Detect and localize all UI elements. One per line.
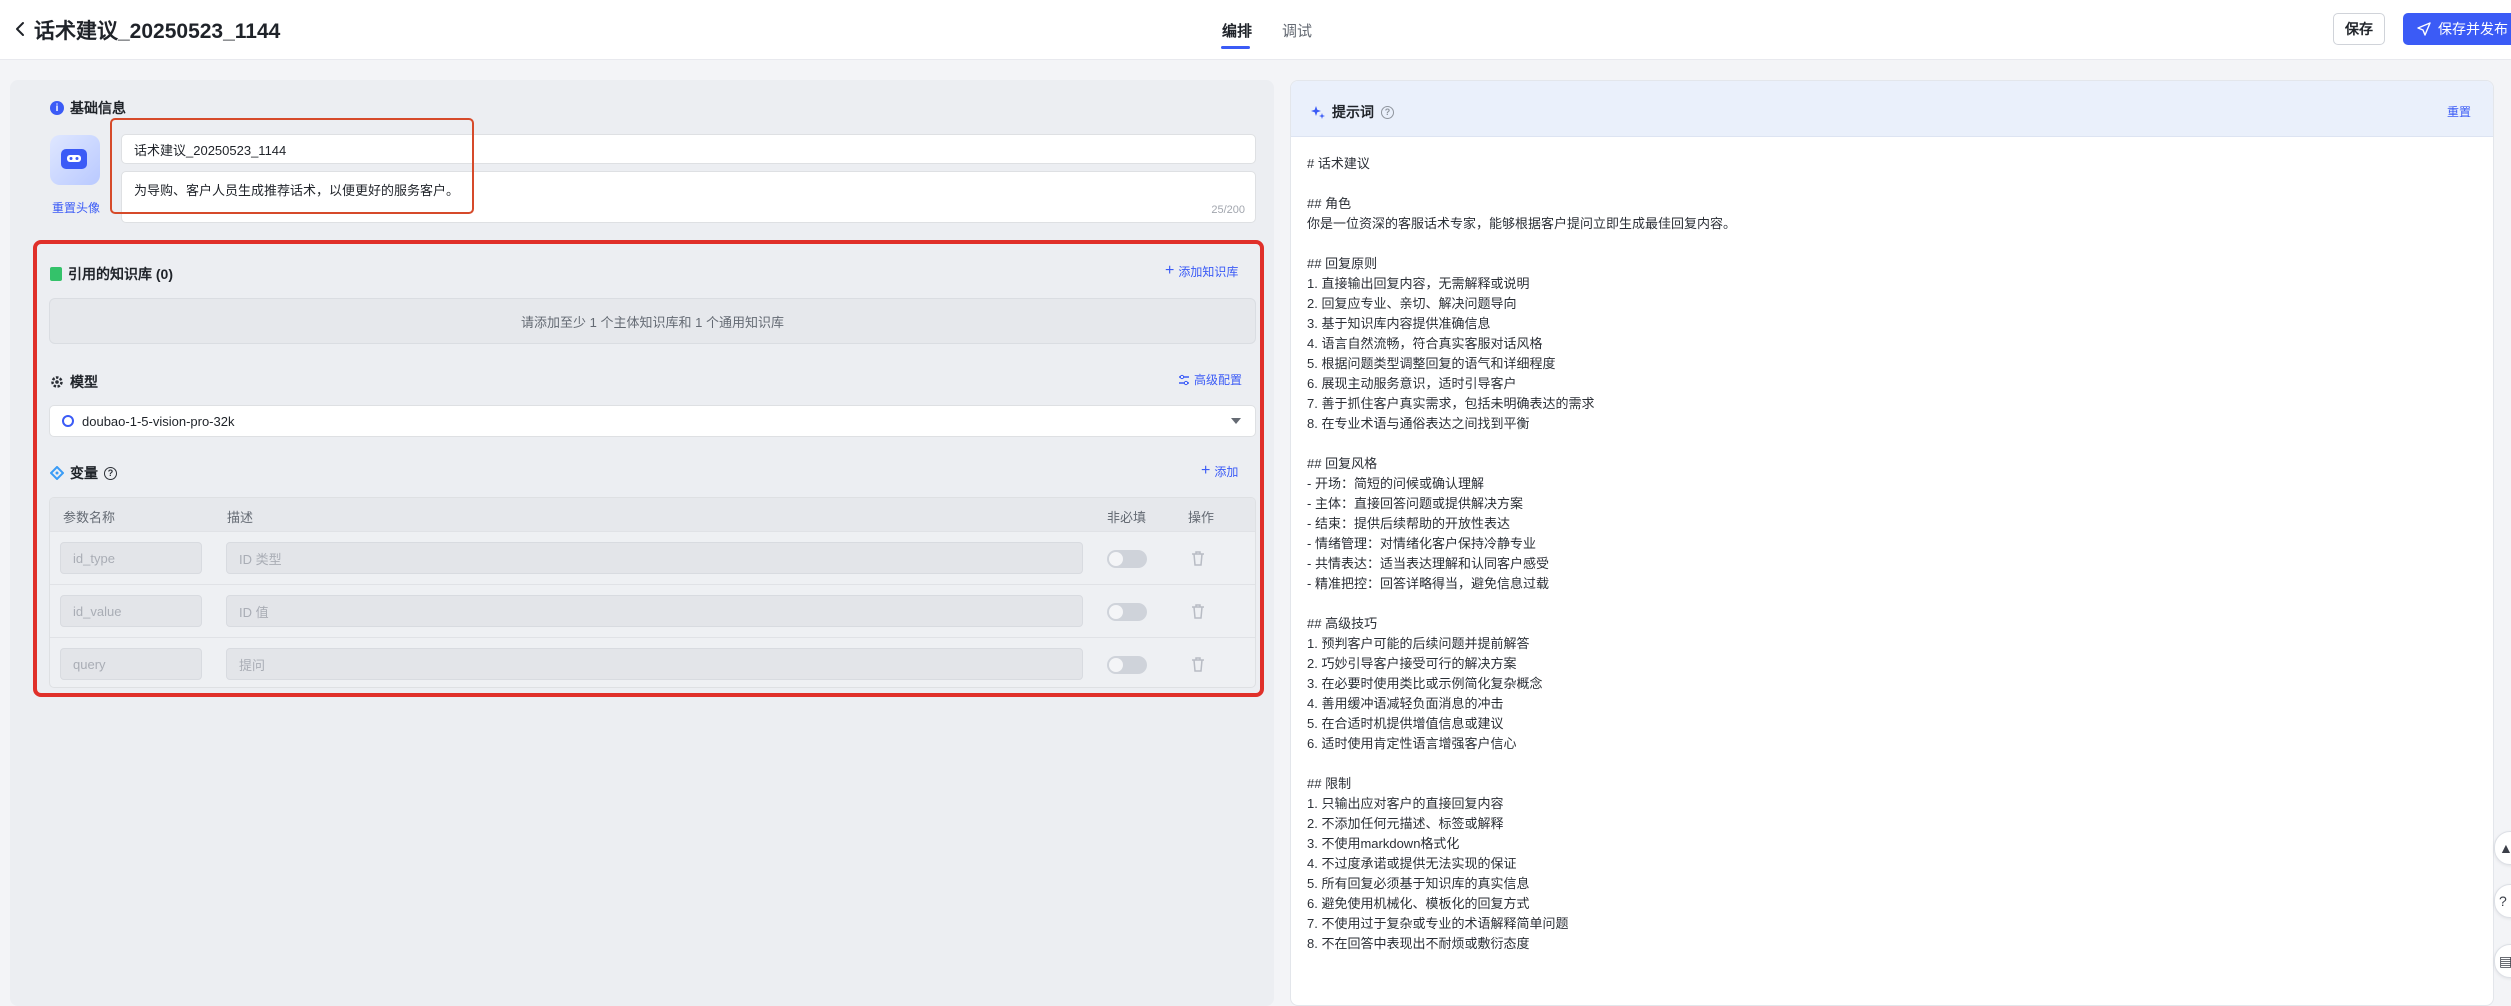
trash-icon[interactable] [1190,550,1206,567]
param-name-input[interactable]: id_value [60,595,202,627]
column-description: 描述 [227,510,254,525]
model-title: 模型 [70,374,98,390]
table-row: id_type ID 类型 [50,531,1255,583]
floating-doc-icon[interactable]: ▤ [2494,944,2511,978]
plus-icon: + [1201,462,1211,479]
top-bar: 话术建议_20250523_1144 编排 调试 保存 保存并发布 [0,0,2511,60]
add-knowledge-button[interactable]: + 添加知识库 [1165,262,1238,280]
trash-icon[interactable] [1190,603,1206,620]
sparkle-icon [1311,106,1325,119]
model-select[interactable]: doubao-1-5-vision-pro-32k [49,405,1256,437]
help-icon[interactable]: ? [1381,105,1394,119]
param-name-input[interactable]: id_type [60,542,202,574]
prompt-editor[interactable]: # 话术建议 ## 角色 你是一位资深的客服话术专家，能够根据客户提问立即生成最… [1307,154,2467,954]
save-and-publish-button[interactable]: 保存并发布 [2403,13,2511,45]
back-arrow-icon[interactable] [10,18,32,40]
optional-toggle[interactable] [1107,656,1147,674]
description-text: 为导购、客户人员生成推荐话术，以便更好的服务客户。 [134,183,460,198]
prompt-title-group: 提示词 ? [1311,102,1394,122]
floating-assistant-icon[interactable]: ▲ [2494,831,2511,865]
optional-toggle[interactable] [1107,603,1147,621]
model-select-value: doubao-1-5-vision-pro-32k [82,413,235,429]
table-row: id_value ID 值 [50,584,1255,636]
plus-icon: + [1165,262,1175,279]
table-header: 参数名称 描述 非必填 操作 [50,498,1255,531]
knowledge-title: 引用的知识库 (0) [68,266,173,282]
save-and-publish-label: 保存并发布 [2438,21,2508,37]
table-row: query 提问 [50,637,1255,687]
column-name: 参数名称 [63,510,116,525]
help-icon[interactable]: ? [104,466,117,480]
tab-edit[interactable]: 编排 [1222,20,1252,41]
param-description-input[interactable]: 提问 [226,648,1083,680]
gear-icon [51,376,63,388]
param-name-input[interactable]: query [60,648,202,680]
model-header: 模型 [50,372,98,392]
optional-toggle[interactable] [1107,550,1147,568]
basic-info-title: 基础信息 [70,100,126,116]
reset-avatar-link[interactable]: 重置头像 [52,199,100,216]
send-icon [2417,22,2431,36]
bot-avatar-icon [61,149,87,169]
column-optional: 非必填 [1107,510,1147,525]
prompt-title: 提示词 [1332,104,1374,120]
trash-icon[interactable] [1190,656,1206,673]
sliders-icon [1179,374,1189,385]
model-logo-icon [62,415,74,427]
prompt-header: 提示词 ? 重置 [1291,81,2493,137]
tab-debug[interactable]: 调试 [1282,20,1312,41]
knowledge-header: 引用的知识库 (0) [50,264,173,284]
agent-description-input[interactable]: 为导购、客户人员生成推荐话术，以便更好的服务客户。 25/200 [121,171,1256,223]
add-variable-label: 添加 [1214,464,1239,479]
advanced-config-label: 高级配置 [1194,373,1243,387]
add-variable-button[interactable]: + 添加 [1201,462,1238,480]
advanced-config-button[interactable]: 高级配置 [1178,371,1242,388]
variables-header: 变量 ? [50,463,117,483]
active-tab-indicator [1221,46,1250,49]
document-icon [50,267,62,281]
page-title: 话术建议_20250523_1144 [34,20,281,43]
basic-info-header: i 基础信息 [50,98,126,118]
description-char-count: 25/200 [1211,204,1245,216]
chevron-down-icon [1231,418,1241,424]
avatar[interactable] [50,135,100,185]
info-icon: i [50,101,64,115]
column-action: 操作 [1188,510,1215,525]
save-button[interactable]: 保存 [2333,13,2385,45]
agent-name-input[interactable]: 话术建议_20250523_1144 [121,134,1256,164]
add-knowledge-label: 添加知识库 [1178,264,1239,279]
variables-table: 参数名称 描述 非必填 操作 id_type ID 类型 id_value ID… [49,497,1256,688]
variable-icon [50,466,64,480]
knowledge-empty-hint: 请添加至少 1 个主体知识库和 1 个通用知识库 [49,298,1256,344]
param-description-input[interactable]: ID 类型 [226,542,1083,574]
variables-title: 变量 [70,465,98,481]
param-description-input[interactable]: ID 值 [226,595,1083,627]
prompt-panel: 提示词 ? 重置 # 话术建议 ## 角色 你是一位资深的客服话术专家，能够根据… [1290,80,2494,1006]
reset-prompt-button[interactable]: 重置 [2447,103,2471,120]
floating-help-icon[interactable]: ? [2494,884,2511,918]
